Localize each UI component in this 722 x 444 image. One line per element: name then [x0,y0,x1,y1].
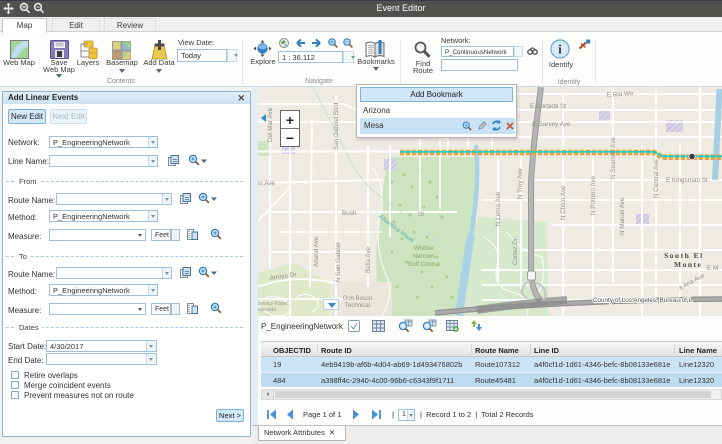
svg-text:i: i [558,42,562,56]
svg-text:Whittier: Whittier [414,246,434,252]
svg-text:N Marcel Ave: N Marcel Ave [619,197,626,235]
svg-text:Narrows: Narrows [413,254,435,260]
svg-text:N Chico Ave: N Chico Ave [560,185,567,220]
svg-text:Don Bosco: Don Bosco [343,296,373,302]
svg-text:N San Gabriel: N San Gabriel [335,242,342,282]
svg-text:South El: South El [664,251,704,260]
svg-text:County of Los Angeles, Bureau: County of Los Angeles, Bureau of L [593,297,693,304]
svg-text:N Troy Ave: N Troy Ave [517,168,524,199]
svg-text:San Gabriel Blvd: San Gabriel Blvd [333,102,340,150]
svg-text:Bush: Bush [342,210,357,217]
svg-text:N Potrero Ave: N Potrero Ave [590,175,597,215]
svg-text:E Kingsman St: E Kingsman St [666,177,708,184]
svg-text:N Central Ave: N Central Ave [653,159,660,198]
svg-text:N Lema Ave: N Lema Ave [495,191,502,226]
svg-text:Bella Ave: Bella Ave [365,246,372,273]
svg-text:Golf Course: Golf Course [408,262,441,268]
svg-text:Monte: Monte [674,260,702,269]
svg-text:E M: E M [707,265,718,272]
svg-text:Technical: Technical [345,303,370,309]
svg-text:Arland Ave: Arland Ave [313,236,320,267]
svg-text:E Cortada St: E Cortada St [530,103,566,110]
svg-text:Cortez Dr: Cortez Dr [512,238,519,265]
svg-text:St: St [418,211,424,218]
svg-text:E Garvey Ave: E Garvey Ave [532,121,571,128]
svg-text:N Seaman Ave: N Seaman Ave [610,137,617,179]
svg-text:map data: map data [255,307,276,313]
